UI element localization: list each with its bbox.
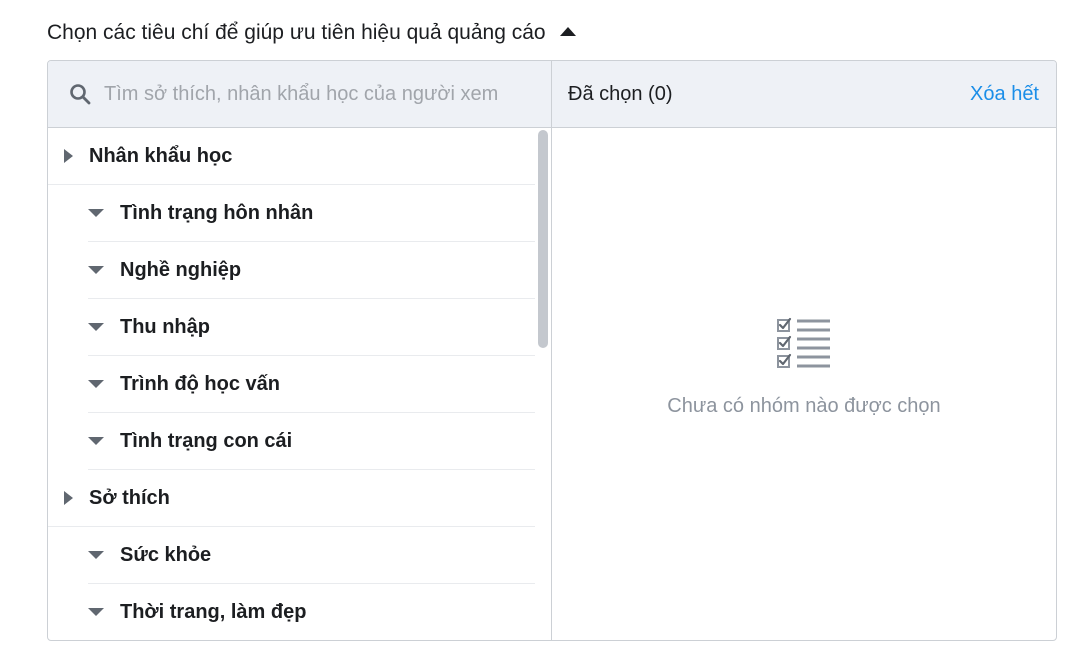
tree-item-label: Thu nhập bbox=[120, 315, 210, 338]
tree-item-fashion-beauty[interactable]: Thời trang, làm đẹp bbox=[88, 584, 535, 640]
tree-group-demographics[interactable]: Nhân khẩu học bbox=[48, 128, 535, 185]
tree-scrollbar[interactable] bbox=[535, 128, 551, 640]
tree-item-label: Thời trang, làm đẹp bbox=[120, 600, 307, 623]
search-input[interactable] bbox=[104, 82, 504, 106]
caret-down-icon bbox=[88, 437, 104, 445]
tree-item-education[interactable]: Trình độ học vấn bbox=[88, 356, 535, 413]
caret-right-icon bbox=[64, 149, 73, 163]
tree-item-marital-status[interactable]: Tình trạng hôn nhân bbox=[88, 185, 535, 242]
tree-item-income[interactable]: Thu nhập bbox=[88, 299, 535, 356]
selected-header: Đã chọn (0) Xóa hết bbox=[552, 61, 1056, 128]
caret-down-icon bbox=[88, 380, 104, 388]
tree-item-label: Tình trạng hôn nhân bbox=[120, 201, 314, 224]
caret-down-icon bbox=[88, 608, 104, 616]
selected-count: Đã chọn (0) bbox=[568, 82, 673, 105]
caret-down-icon bbox=[88, 209, 104, 217]
clear-all-link[interactable]: Xóa hết bbox=[970, 83, 1039, 106]
section-title: Chọn các tiêu chí để giúp ưu tiên hiệu q… bbox=[47, 21, 546, 44]
targeting-panel: Nhân khẩu học Tình trạng hôn nhân Nghề n… bbox=[47, 60, 1057, 641]
selected-column: Đã chọn (0) Xóa hết Chưa có nhóm nào đượ… bbox=[552, 61, 1056, 640]
checklist-icon bbox=[777, 317, 830, 368]
tree-item-occupation[interactable]: Nghề nghiệp bbox=[88, 242, 535, 299]
tree-item-label: Trình độ học vấn bbox=[120, 372, 281, 395]
tree-item-label: Sức khỏe bbox=[120, 543, 212, 566]
section-header[interactable]: Chọn các tiêu chí để giúp ưu tiên hiệu q… bbox=[47, 18, 576, 48]
search-icon bbox=[70, 84, 91, 105]
criteria-tree: Nhân khẩu học Tình trạng hôn nhân Nghề n… bbox=[48, 128, 535, 640]
tree-item-health[interactable]: Sức khỏe bbox=[88, 527, 535, 584]
tree-item-label: Nghề nghiệp bbox=[120, 258, 242, 281]
caret-down-icon bbox=[88, 266, 104, 274]
search-bar bbox=[48, 61, 551, 128]
criteria-column: Nhân khẩu học Tình trạng hôn nhân Nghề n… bbox=[48, 61, 552, 640]
tree-item-parental-status[interactable]: Tình trạng con cái bbox=[88, 413, 535, 470]
caret-up-icon[interactable] bbox=[559, 26, 576, 36]
tree-item-label: Nhân khẩu học bbox=[89, 144, 233, 167]
caret-down-icon bbox=[88, 323, 104, 331]
caret-right-icon bbox=[64, 491, 73, 505]
empty-state-text: Chưa có nhóm nào được chọn bbox=[667, 394, 941, 417]
scrollbar-thumb[interactable] bbox=[538, 130, 548, 348]
tree-item-label: Tình trạng con cái bbox=[120, 429, 293, 452]
caret-down-icon bbox=[88, 551, 104, 559]
tree-item-label: Sở thích bbox=[89, 486, 170, 509]
tree-group-interests[interactable]: Sở thích bbox=[48, 470, 535, 527]
empty-state: Chưa có nhóm nào được chọn bbox=[552, 128, 1056, 640]
